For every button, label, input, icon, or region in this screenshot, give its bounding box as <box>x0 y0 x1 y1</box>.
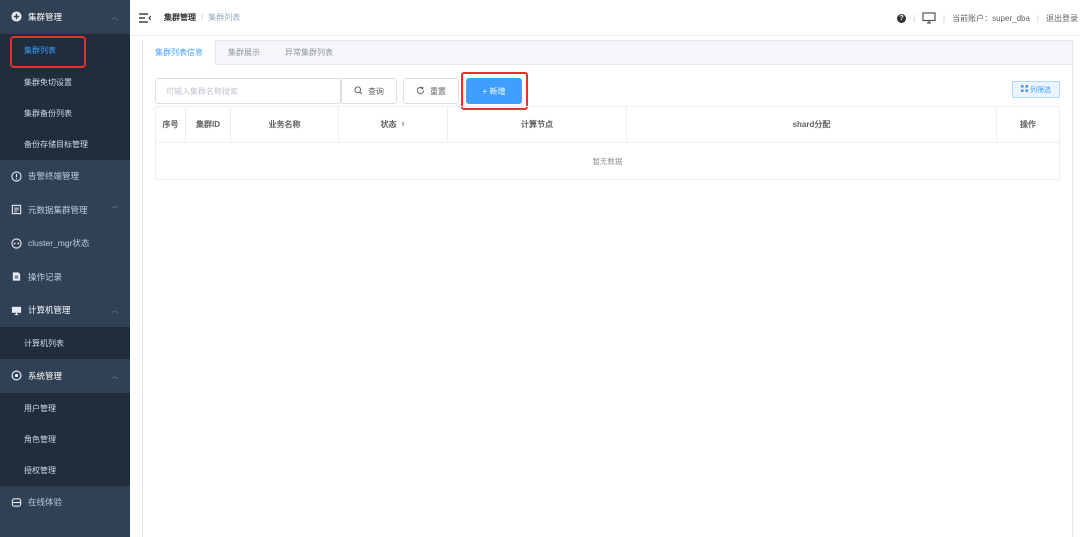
reset-button-label: 重置 <box>430 86 446 96</box>
sidebar-item-roles[interactable]: 角色管理 <box>0 424 130 455</box>
database-icon <box>10 204 22 216</box>
column-header-compute-nodes: 计算节点 <box>448 107 627 142</box>
sidebar-group-label: 操作记录 <box>28 271 63 282</box>
sidebar-item-backup-storage[interactable]: 备份存储目标管理 <box>0 129 130 160</box>
search-button-label: 查询 <box>368 86 384 96</box>
cluster-table: 序号 集群ID 业务名称 状态 ⬍ 计算节点 shard分配 操作 暂无数据 <box>155 106 1060 180</box>
current-account: 当前账户：super_dba <box>952 13 1030 23</box>
cluster-icon <box>10 237 22 249</box>
column-header-business-name: 业务名称 <box>231 107 339 142</box>
sidebar-group-records[interactable]: 操作记录 <box>0 260 130 294</box>
search-button[interactable]: 查询 <box>341 78 397 104</box>
experience-icon <box>10 496 22 508</box>
submenu-cluster: 集群列表 集群免切设置 集群备份列表 备份存储目标管理 <box>0 33 130 160</box>
table-empty-text: 暂无数据 <box>592 156 623 166</box>
tab-card: 集群列表信息 集群展示 异常集群列表 查询 重置 <box>142 40 1073 537</box>
column-header-actions: 操作 <box>1020 120 1036 129</box>
sidebar-item-label: 计算机列表 <box>24 338 64 348</box>
record-icon <box>10 271 22 283</box>
chevron-down-icon: ﹀ <box>111 206 118 214</box>
sidebar-group-computer[interactable]: 计算机管理 ︿ <box>0 294 130 328</box>
sidebar-group-alarm[interactable]: 告警终端管理 <box>0 160 130 194</box>
column-header-label: 状态 <box>380 120 397 129</box>
sidebar-group-label: 元数据集群管理 <box>28 204 88 215</box>
column-filter-label: 列筛选 <box>1030 86 1051 94</box>
hamburger-icon[interactable] <box>138 11 152 25</box>
tab-abnormal-clusters[interactable]: 异常集群列表 <box>273 40 346 64</box>
help-icon[interactable]: ? <box>896 13 906 23</box>
add-button-label: + 新增 <box>482 86 506 96</box>
breadcrumb: 集群管理 / 集群列表 <box>164 12 240 23</box>
sidebar-group-cluster[interactable]: 集群管理 ︿ <box>0 0 130 34</box>
top-header: 集群管理 / 集群列表 ? | | 当前账户：super_dba | 退出登录 <box>130 0 1080 36</box>
search-icon <box>354 85 363 97</box>
sidebar-item-label: 角色管理 <box>24 434 56 444</box>
breadcrumb-item[interactable]: 集群管理 <box>164 13 196 22</box>
main-content: 集群列表信息 集群展示 异常集群列表 查询 重置 <box>130 36 1080 537</box>
add-button[interactable]: + 新增 <box>466 78 522 104</box>
sidebar-group-label: 在线体验 <box>28 497 63 508</box>
divider: | <box>1036 13 1039 23</box>
search-input[interactable] <box>155 78 341 104</box>
chevron-up-icon: ︿ <box>111 307 118 315</box>
breadcrumb-separator: / <box>201 13 204 22</box>
sidebar-item-cluster-list[interactable]: 集群列表 <box>0 34 130 67</box>
alert-circle-icon <box>10 170 22 182</box>
column-filter-button[interactable]: 列筛选 <box>1012 81 1060 98</box>
submenu-system: 用户管理 角色管理 授权管理 <box>0 392 130 486</box>
sidebar-group-system[interactable]: 系统管理 ︿ <box>0 359 130 393</box>
tab-cluster-display[interactable]: 集群展示 <box>216 40 273 64</box>
sort-icon[interactable]: ⬍ <box>400 121 405 128</box>
toolbar: 查询 重置 + 新增 列筛选 <box>155 72 1060 110</box>
sidebar-item-label: 授权管理 <box>24 465 56 475</box>
screen-icon[interactable] <box>922 12 936 24</box>
chevron-up-icon: ︿ <box>111 372 118 380</box>
divider: | <box>943 13 946 23</box>
sidebar-item-label: 用户管理 <box>24 403 56 413</box>
plus-circle-icon <box>10 11 22 23</box>
sidebar-group-label: 计算机管理 <box>28 305 71 316</box>
sidebar-group-label: cluster_mgr状态 <box>28 238 90 249</box>
monitor-icon <box>10 304 22 316</box>
sidebar-group-metadata[interactable]: 元数据集群管理 ﹀ <box>0 193 130 227</box>
reset-button[interactable]: 重置 <box>403 78 459 104</box>
breadcrumb-item-current: 集群列表 <box>208 13 241 22</box>
settings-icon <box>10 370 22 382</box>
sidebar-item-computer-list[interactable]: 计算机列表 <box>0 327 130 359</box>
logout-link[interactable]: 退出登录 <box>1046 13 1078 24</box>
column-header-status[interactable]: 状态 ⬍ <box>339 107 448 142</box>
sidebar-group-label: 集群管理 <box>28 11 63 22</box>
submenu-computer: 计算机列表 <box>0 327 130 359</box>
sidebar-group-label: 告警终端管理 <box>28 171 80 182</box>
tab-bar: 集群列表信息 集群展示 异常集群列表 <box>143 40 1072 65</box>
sidebar-item-label: 集群列表 <box>24 45 56 55</box>
sidebar-item-users[interactable]: 用户管理 <box>0 393 130 424</box>
sidebar-group-label: 系统管理 <box>28 370 63 381</box>
column-header-cluster-id: 集群ID <box>186 107 231 142</box>
sidebar-item-permissions[interactable]: 授权管理 <box>0 455 130 486</box>
sidebar-item-cluster-failover[interactable]: 集群免切设置 <box>0 67 130 98</box>
header-right: ? | | 当前账户：super_dba | 退出登录 <box>896 0 1080 36</box>
column-header-shard: shard分配 <box>627 107 997 142</box>
sidebar-group-online[interactable]: 在线体验 <box>0 486 130 520</box>
sidebar-item-label: 集群免切设置 <box>24 77 72 87</box>
grid-icon <box>1021 85 1028 94</box>
app-root: 集群管理 ︿ 集群列表 集群免切设置 集群备份列表 备份存储目标管理 告警终端管… <box>0 0 1080 537</box>
sidebar-item-label: 备份存储目标管理 <box>24 139 88 149</box>
divider: | <box>912 13 916 23</box>
sidebar-item-label: 集群备份列表 <box>24 108 72 118</box>
sidebar-group-cluster-mgr[interactable]: cluster_mgr状态 <box>0 227 130 261</box>
tab-cluster-list-info[interactable]: 集群列表信息 <box>143 40 216 65</box>
table-header: 序号 集群ID 业务名称 状态 ⬍ 计算节点 shard分配 操作 <box>156 107 1059 143</box>
chevron-up-icon: ︿ <box>111 13 118 21</box>
refresh-icon <box>416 86 425 97</box>
column-header-index: 序号 <box>156 107 186 142</box>
sidebar: 集群管理 ︿ 集群列表 集群免切设置 集群备份列表 备份存储目标管理 告警终端管… <box>0 0 130 537</box>
sidebar-item-cluster-backup[interactable]: 集群备份列表 <box>0 98 130 129</box>
